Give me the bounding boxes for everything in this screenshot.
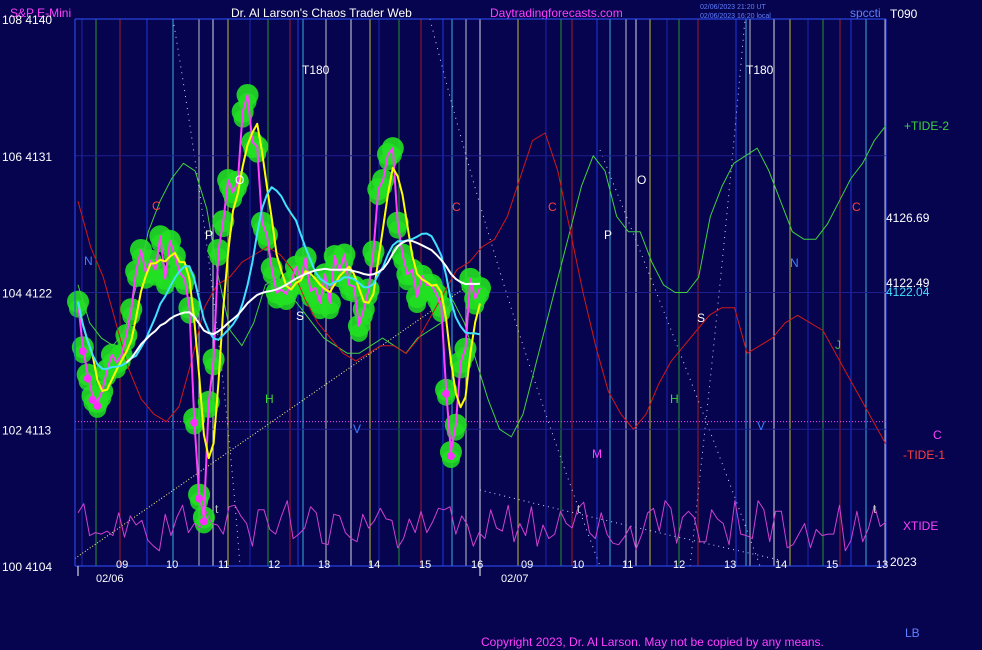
chart-annotation: O [235, 173, 244, 187]
right-label: T090 [890, 7, 918, 21]
x-hour-label: 12 [673, 559, 685, 571]
chart-annotation: N [84, 254, 93, 268]
chart-annotation: H [670, 392, 679, 406]
chart-annotation: T180 [746, 63, 774, 77]
x-hour-label: 10 [166, 559, 178, 571]
chart-annotation: O [637, 173, 646, 187]
chart-title: Dr. Al Larson's Chaos Trader Web [231, 6, 412, 20]
chart-annotation: S [697, 311, 705, 325]
corner-lb: LB [905, 626, 920, 640]
x-hour-label: 14 [368, 559, 380, 571]
x-date-label: 02/07 [501, 573, 529, 585]
chart-annotation: N [790, 256, 799, 270]
price-dot [190, 418, 199, 427]
chart-annotation: P [604, 228, 612, 242]
y-tick-label: 100 4104 [2, 560, 52, 574]
chart-annotation: T180 [302, 63, 330, 77]
x-hour-label: 13 [318, 559, 330, 571]
y-tick-label: 108 4140 [2, 13, 52, 27]
x-hour-label: 14 [775, 559, 787, 571]
x-hour-label: 16 [471, 559, 483, 571]
right-label: -TIDE-1 [903, 448, 945, 462]
price-dot [199, 517, 208, 526]
chart-annotation: P [205, 228, 213, 242]
x-hour-label: 15 [419, 559, 431, 571]
price-dot [195, 494, 204, 503]
chart-annotation: J [835, 338, 841, 352]
right-label: 4126.69 [886, 211, 930, 225]
chart-annotation: t [577, 502, 581, 516]
y-tick-label: 106 4131 [2, 150, 52, 164]
price-dot [442, 389, 451, 398]
price-dot [93, 401, 102, 410]
x-hour-label: 09 [521, 559, 533, 571]
chart-annotation: C [152, 199, 161, 213]
right-label: 4122.04 [886, 285, 930, 299]
x-date-label: 02/06 [96, 573, 124, 585]
x-hour-label: 12 [268, 559, 280, 571]
x-hour-label: 15 [826, 559, 838, 571]
chart-annotation: H [265, 392, 274, 406]
chart-annotation: M [592, 447, 602, 461]
site-link[interactable]: Daytradingforecasts.com [490, 6, 623, 20]
chart-annotation: t [215, 502, 219, 516]
chart-annotation: C [548, 200, 557, 214]
price-dot [446, 452, 455, 461]
right-label: XTIDE [903, 519, 938, 533]
chart-annotation: S [296, 309, 304, 323]
x-hour-label: 11 [622, 559, 633, 571]
chart-annotation: V [353, 422, 361, 436]
x-hour-label: 11 [218, 559, 229, 571]
chaos-trader-chart: S&P E-Mini Dr. Al Larson's Chaos Trader … [2, 4, 949, 649]
chart-annotation: C [852, 200, 861, 214]
x-hour-label: 13 [724, 559, 736, 571]
y-tick-label: 102 4113 [2, 423, 51, 437]
x-hour-label: 10 [572, 559, 584, 571]
chart-annotation: V [757, 419, 765, 433]
price-dot [83, 374, 92, 383]
timestamp-ut: 02/06/2023 21:20 UT [700, 4, 766, 11]
x-hour-label: 13 [876, 559, 888, 571]
chart-annotation: C [452, 200, 461, 214]
year-label: 2023 [890, 555, 917, 569]
right-label: +TIDE-2 [904, 119, 949, 133]
x-hour-label: 09 [116, 559, 128, 571]
copyright: Copyright 2023, Dr. Al Larson. May not b… [481, 635, 824, 649]
corner-label: spccti [850, 6, 881, 20]
y-tick-label: 104 4122 [2, 287, 52, 301]
price-dot [78, 347, 87, 356]
right-label: C [933, 428, 942, 442]
